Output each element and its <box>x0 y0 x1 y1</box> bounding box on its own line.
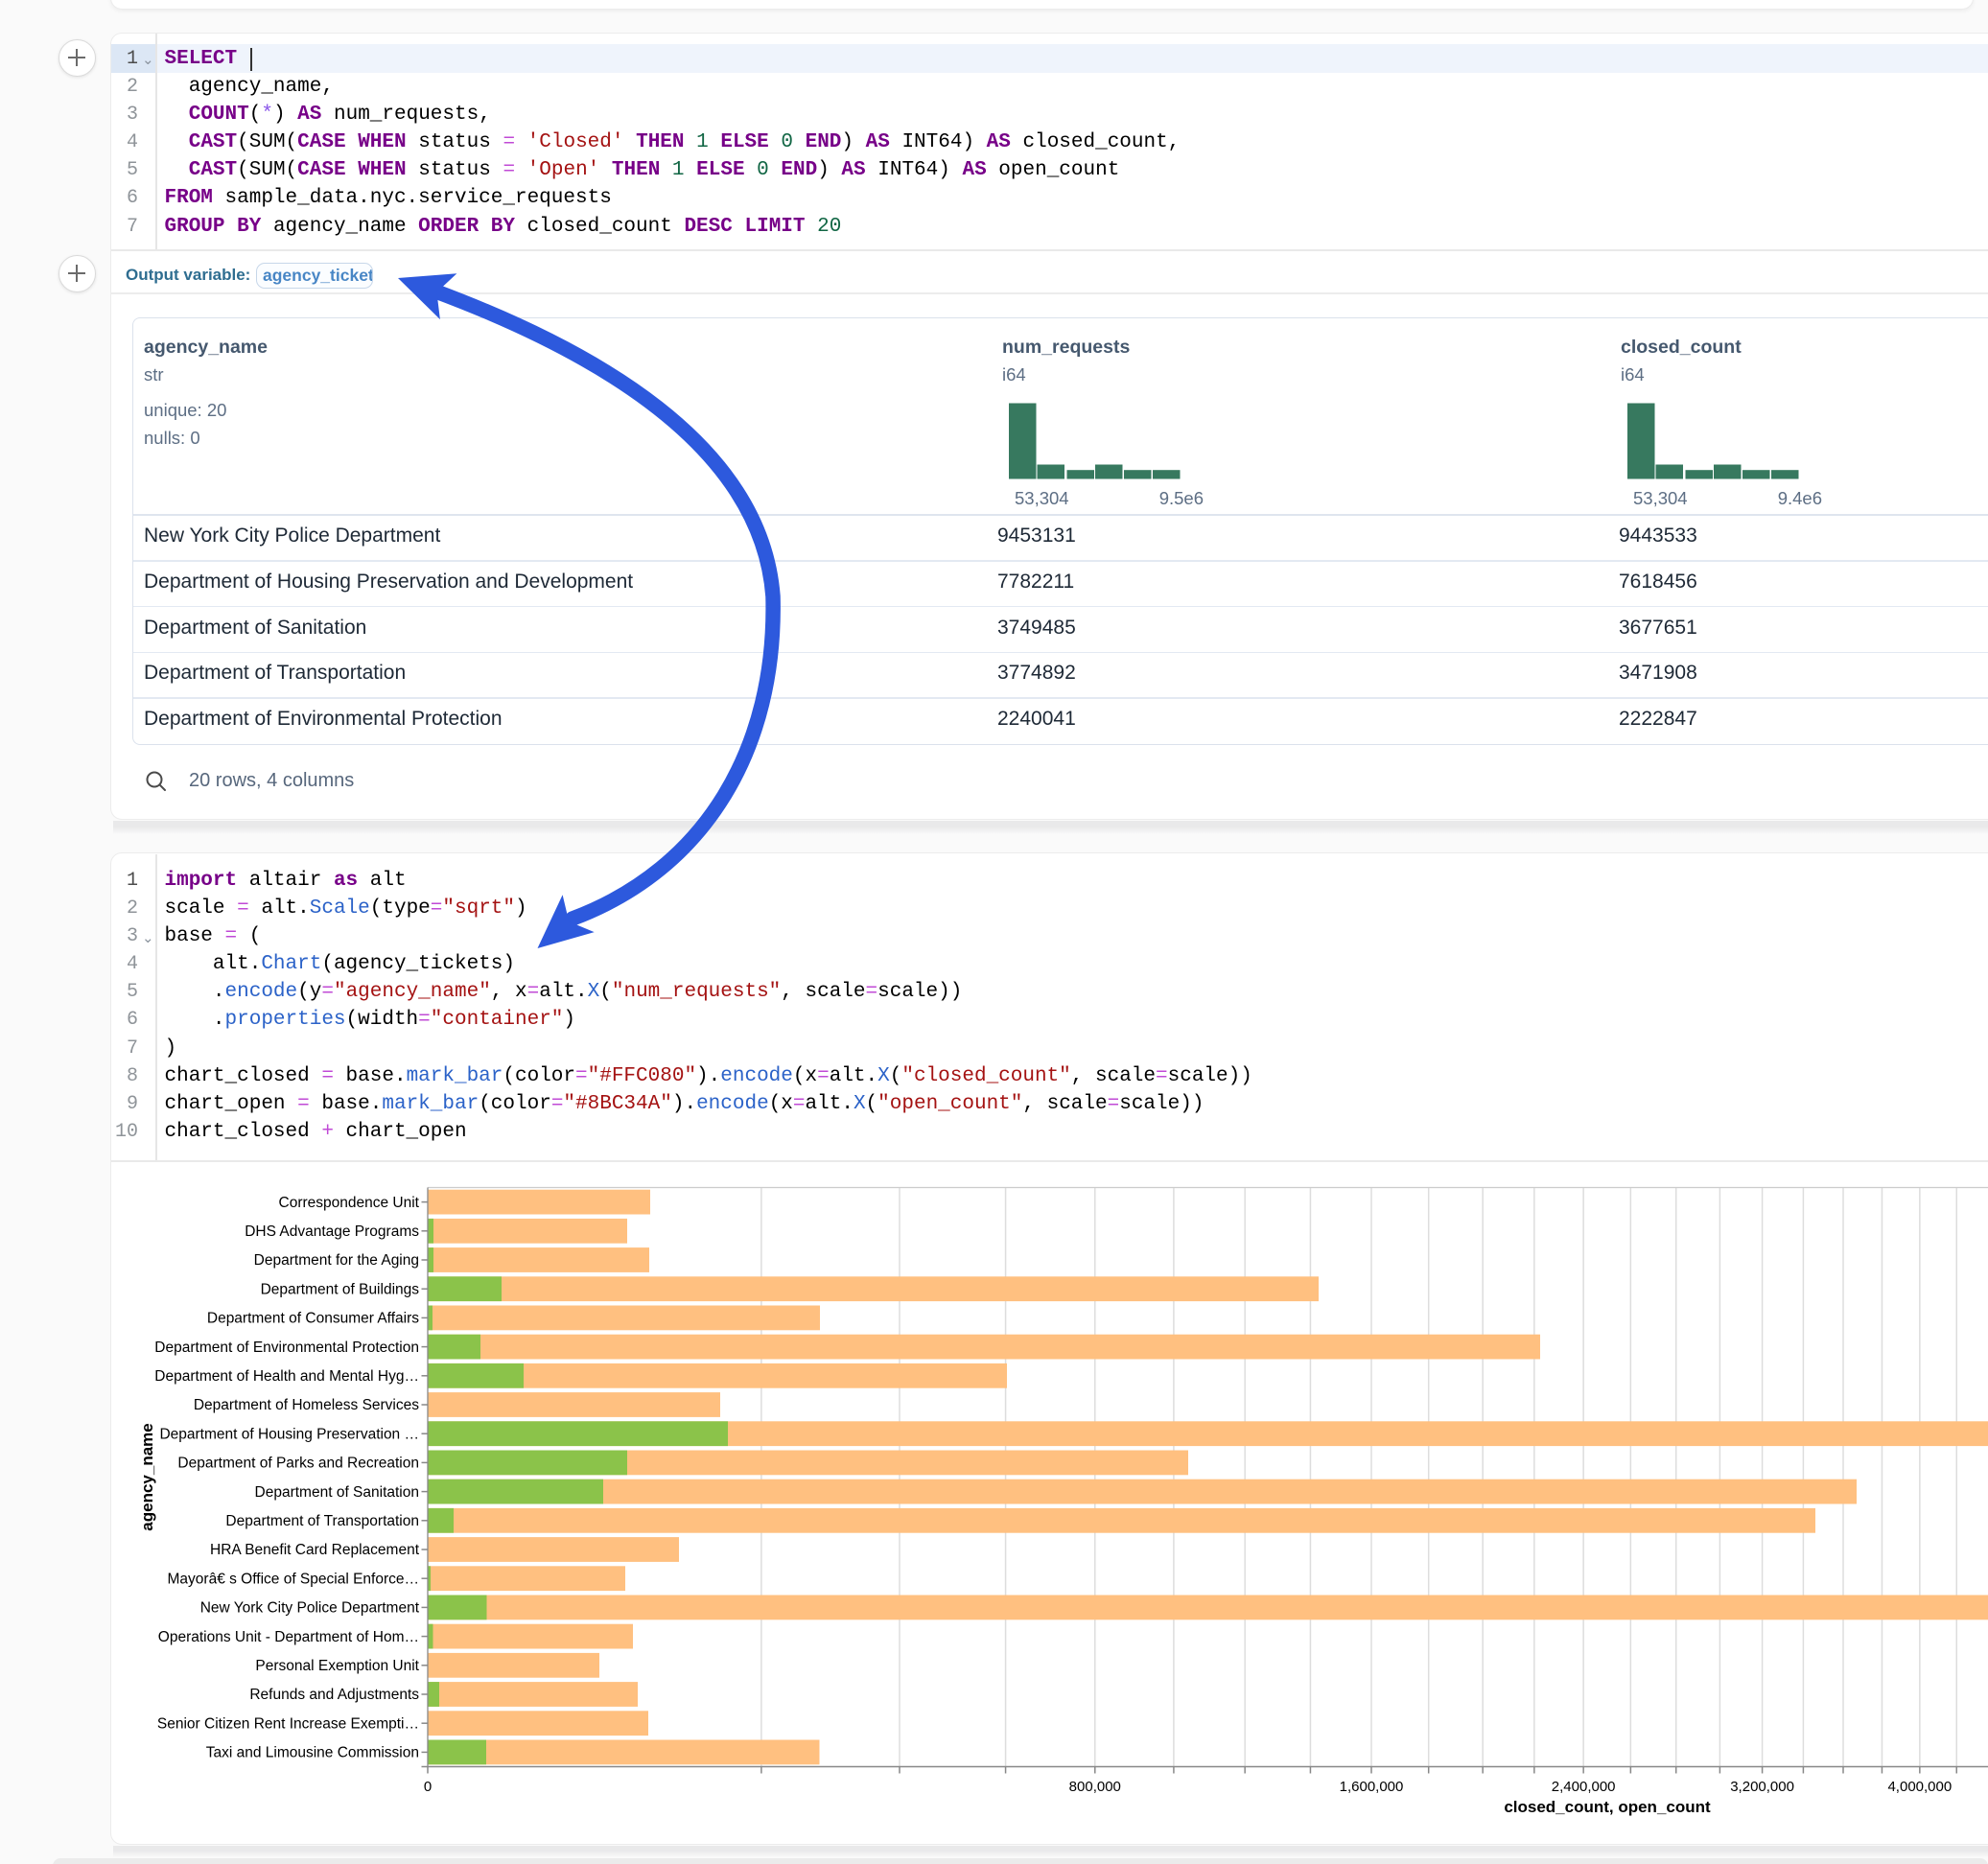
svg-text:1,600,000: 1,600,000 <box>1340 1779 1404 1795</box>
svg-text:Department of Buildings: Department of Buildings <box>261 1281 420 1297</box>
svg-text:Department of Health and Menta: Department of Health and Mental Hyg… <box>154 1368 419 1385</box>
svg-text:800,000: 800,000 <box>1069 1779 1121 1795</box>
svg-text:agency_name: agency_name <box>138 1423 156 1530</box>
svg-text:Department of Transportation: Department of Transportation <box>225 1513 419 1529</box>
svg-text:Taxi and Limousine Commission: Taxi and Limousine Commission <box>206 1745 419 1761</box>
svg-text:Correspondence Unit: Correspondence Unit <box>279 1195 420 1211</box>
svg-text:Department of Environmental Pr: Department of Environmental Protection <box>154 1340 419 1356</box>
svg-text:Personal Exemption Unit: Personal Exemption Unit <box>255 1658 419 1674</box>
svg-text:2,400,000: 2,400,000 <box>1552 1779 1616 1795</box>
svg-text:Mayorâ€ s Office of Special En: Mayorâ€ s Office of Special Enforce… <box>168 1571 419 1587</box>
svg-text:Department of Sanitation: Department of Sanitation <box>255 1484 419 1501</box>
svg-text:Operations Unit - Department o: Operations Unit - Department of Hom… <box>158 1629 419 1645</box>
svg-text:4,000,000: 4,000,000 <box>1887 1779 1952 1795</box>
svg-text:Department of Housing Preserva: Department of Housing Preservation … <box>159 1426 419 1442</box>
svg-text:New York City Police Departmen: New York City Police Department <box>200 1600 420 1617</box>
svg-text:closed_count, open_count: closed_count, open_count <box>1504 1798 1711 1816</box>
svg-text:Department of Homeless Service: Department of Homeless Services <box>194 1397 419 1413</box>
svg-text:Department of Parks and Recrea: Department of Parks and Recreation <box>177 1456 419 1472</box>
svg-text:DHS Advantage Programs: DHS Advantage Programs <box>245 1223 419 1240</box>
svg-text:Refunds and Adjustments: Refunds and Adjustments <box>249 1687 419 1703</box>
svg-text:Department of Consumer Affairs: Department of Consumer Affairs <box>207 1311 419 1327</box>
svg-text:3,200,000: 3,200,000 <box>1730 1779 1794 1795</box>
svg-text:0: 0 <box>424 1779 432 1795</box>
svg-text:HRA Benefit Card Replacement: HRA Benefit Card Replacement <box>210 1542 420 1558</box>
svg-text:Department for the Aging: Department for the Aging <box>254 1252 419 1269</box>
svg-text:Senior Citizen Rent Increase E: Senior Citizen Rent Increase Exempti… <box>157 1715 419 1732</box>
